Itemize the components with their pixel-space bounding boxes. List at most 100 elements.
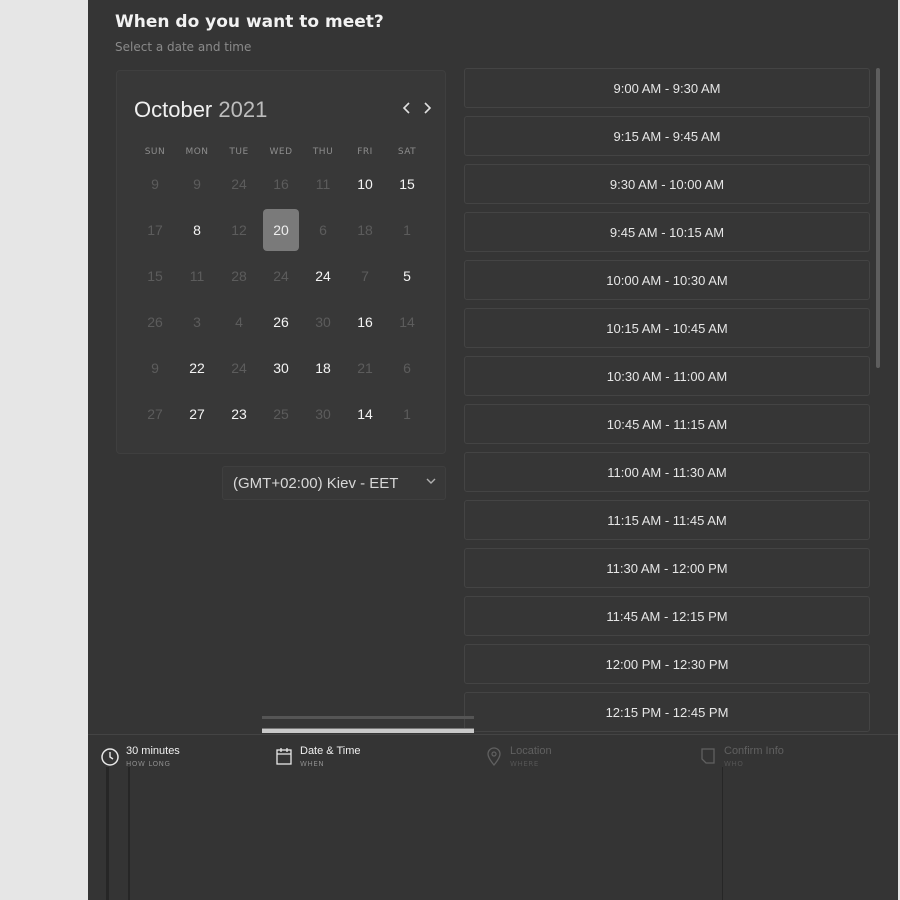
step-name: Location <box>510 745 552 757</box>
calendar-day[interactable]: 14 <box>344 391 386 437</box>
calendar-day: 21 <box>344 345 386 391</box>
calendar-day-number: 24 <box>231 176 247 192</box>
time-slot-button[interactable]: 12:00 PM - 12:30 PM <box>464 644 870 684</box>
calendar-day[interactable]: 15 <box>386 161 428 207</box>
calendar-day-number: 3 <box>193 314 201 330</box>
calendar-icon <box>276 748 292 765</box>
calendar-day-number: 16 <box>273 176 289 192</box>
calendar-day-number: 8 <box>193 222 201 238</box>
location-pin-icon <box>487 747 501 767</box>
calendar-day-number: 9 <box>193 176 201 192</box>
calendar-day: 27 <box>134 391 176 437</box>
calendar-day: 25 <box>260 391 302 437</box>
calendar-day-number: 12 <box>231 222 247 238</box>
calendar-day-number: 11 <box>189 268 205 284</box>
calendar-day[interactable]: 30 <box>260 345 302 391</box>
calendar-day-number: 4 <box>235 314 243 330</box>
calendar-days-grid: 9 9 24 16 11 10 15 17 8 12 20 6 18 1 15 11 28 24 24 7 5 26 3 4 2… <box>134 161 434 437</box>
calendar-day-number: 25 <box>273 406 289 422</box>
step-date-time[interactable]: Date & Time WHEN <box>274 745 361 768</box>
step-sub: WHEN <box>300 760 325 768</box>
calendar-day: 28 <box>218 253 260 299</box>
step-location[interactable]: Location WHERE <box>484 745 552 768</box>
calendar-day: 6 <box>386 345 428 391</box>
weekday-label: SAT <box>397 147 417 157</box>
time-slot-button[interactable]: 9:30 AM - 10:00 AM <box>464 164 870 204</box>
step-name: Confirm Info <box>724 745 784 757</box>
calendar-day[interactable]: 16 <box>344 299 386 345</box>
chevron-right-icon <box>424 102 432 114</box>
calendar-day-selected[interactable]: 20 <box>260 207 302 253</box>
calendar-day-number: 10 <box>357 176 373 192</box>
step-name: Date & Time <box>300 745 361 757</box>
calendar-day-number: 14 <box>357 406 373 422</box>
time-slot-button[interactable]: 10:15 AM - 10:45 AM <box>464 308 870 348</box>
calendar-day-number: 9 <box>151 176 159 192</box>
calendar-day[interactable]: 27 <box>176 391 218 437</box>
calendar-day[interactable]: 18 <box>302 345 344 391</box>
calendar-day: 17 <box>134 207 176 253</box>
prev-month-button[interactable] <box>398 99 416 120</box>
time-slot-button[interactable]: 10:30 AM - 11:00 AM <box>464 356 870 396</box>
timezone-select[interactable]: (GMT+02:00) Kiev - EET <box>222 466 446 500</box>
calendar-day-number: 21 <box>357 360 373 376</box>
next-month-button[interactable] <box>418 99 436 120</box>
calendar-day-number: 1 <box>403 406 411 422</box>
calendar-day[interactable]: 26 <box>260 299 302 345</box>
calendar-day: 30 <box>302 391 344 437</box>
calendar-day-number: 23 <box>231 406 247 422</box>
calendar-day: 24 <box>260 253 302 299</box>
step-confirm-info[interactable]: Confirm Info WHO <box>698 745 784 768</box>
calendar-day-number: 30 <box>315 314 331 330</box>
time-slot-button[interactable]: 12:15 PM - 12:45 PM <box>464 692 870 732</box>
calendar-day[interactable]: 5 <box>386 253 428 299</box>
calendar-day-number: 17 <box>147 222 163 238</box>
calendar-day-number: 5 <box>403 268 411 284</box>
calendar-day: 24 <box>218 161 260 207</box>
time-slot-button[interactable]: 10:45 AM - 11:15 AM <box>464 404 870 444</box>
step-duration[interactable]: 30 minutes HOW LONG <box>100 745 180 768</box>
calendar-day-number: 15 <box>147 268 163 284</box>
weekday-header: SUN MON TUE WED THU FRI SAT <box>134 147 434 157</box>
time-slot-button[interactable]: 9:45 AM - 10:15 AM <box>464 212 870 252</box>
timezone-label: (GMT+02:00) Kiev - EET <box>233 474 399 492</box>
time-slot-scrollbar[interactable] <box>876 68 880 368</box>
calendar-day[interactable]: 22 <box>176 345 218 391</box>
time-slot-button[interactable]: 11:15 AM - 11:45 AM <box>464 500 870 540</box>
calendar-day: 24 <box>218 345 260 391</box>
calendar-day-number: 28 <box>231 268 247 284</box>
calendar-day: 12 <box>218 207 260 253</box>
calendar-day: 1 <box>386 207 428 253</box>
calendar-day: 11 <box>176 253 218 299</box>
time-slot-button[interactable]: 10:00 AM - 10:30 AM <box>464 260 870 300</box>
calendar-day-number: 27 <box>189 406 205 422</box>
calendar-day-number: 1 <box>403 222 411 238</box>
calendar-day: 18 <box>344 207 386 253</box>
step-sub: HOW LONG <box>126 760 171 768</box>
calendar-day-number: 26 <box>147 314 163 330</box>
time-slot-button[interactable]: 11:45 AM - 12:15 PM <box>464 596 870 636</box>
calendar-day-number: 9 <box>151 360 159 376</box>
calendar-day: 9 <box>134 345 176 391</box>
time-slot-button[interactable]: 11:00 AM - 11:30 AM <box>464 452 870 492</box>
calendar-day-number: 27 <box>147 406 163 422</box>
calendar-day-number: 26 <box>273 314 289 330</box>
calendar-day: 15 <box>134 253 176 299</box>
time-slot-button[interactable]: 9:00 AM - 9:30 AM <box>464 68 870 108</box>
time-slot-button[interactable]: 9:15 AM - 9:45 AM <box>464 116 870 156</box>
calendar-month-year: October 2021 <box>134 97 267 123</box>
calendar-day[interactable]: 23 <box>218 391 260 437</box>
calendar-day: 14 <box>386 299 428 345</box>
calendar-day: 6 <box>302 207 344 253</box>
divider <box>262 716 474 736</box>
divider-line <box>722 767 723 900</box>
calendar-day-number: 7 <box>361 268 369 284</box>
calendar-day[interactable]: 8 <box>176 207 218 253</box>
calendar-day: 4 <box>218 299 260 345</box>
divider-line <box>262 716 474 719</box>
time-slot-button[interactable]: 11:30 AM - 12:00 PM <box>464 548 870 588</box>
document-icon <box>701 748 715 764</box>
chevron-left-icon <box>402 102 410 114</box>
calendar-day[interactable]: 10 <box>344 161 386 207</box>
calendar-day[interactable]: 24 <box>302 253 344 299</box>
